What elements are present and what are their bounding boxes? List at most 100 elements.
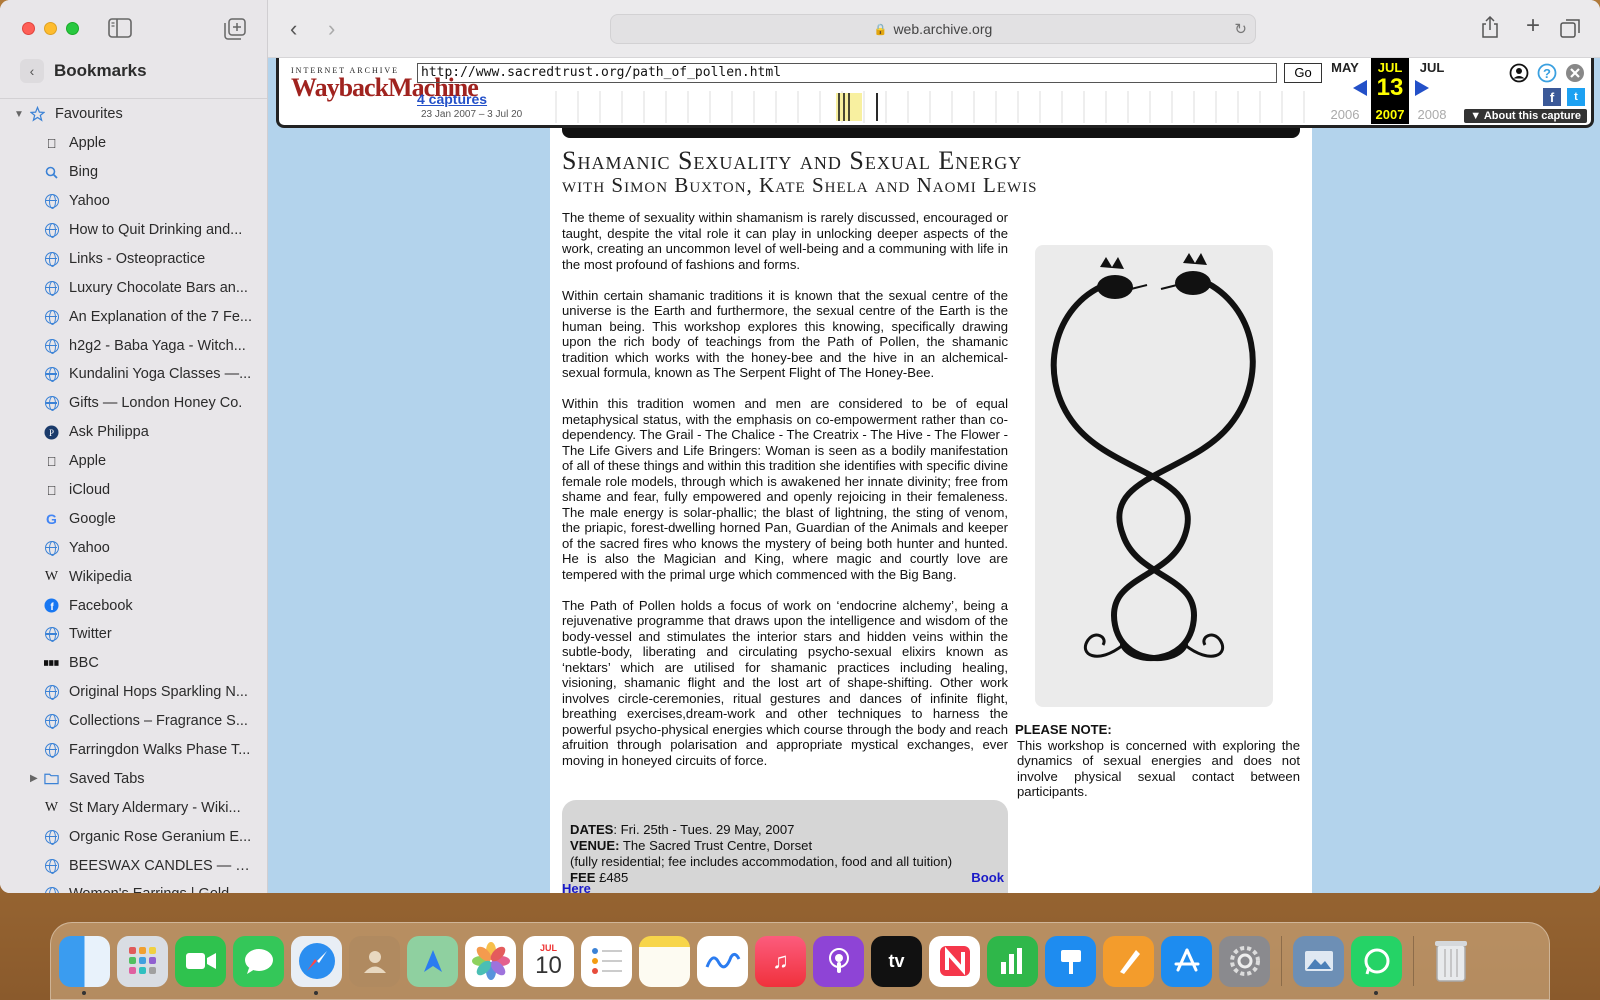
next-capture-month[interactable]: JUL 2008 <box>1409 58 1455 124</box>
bookmark-item[interactable]: Women's Earrings | Gold... <box>0 880 267 893</box>
bookmark-item[interactable]: G Google <box>0 504 267 533</box>
about-capture-label: About this capture <box>1483 110 1581 122</box>
pages-icon[interactable] <box>1103 935 1154 987</box>
bookmark-item[interactable]: An Explanation of the 7 Fe... <box>0 302 267 331</box>
bookmark-item[interactable]: Bing <box>0 158 267 187</box>
captures-link[interactable]: 4 captures <box>417 91 487 107</box>
about-capture-dropdown[interactable]: ▼ About this capture <box>1464 109 1587 123</box>
photos-icon[interactable] <box>465 935 516 987</box>
preview-icon[interactable] <box>1293 935 1344 987</box>
reminders-icon[interactable] <box>581 935 632 987</box>
bookmark-item[interactable]: Twitter <box>0 620 267 649</box>
minimize-window-button[interactable] <box>44 22 57 35</box>
close-window-button[interactable] <box>22 22 35 35</box>
facebook-share-icon[interactable]: f <box>1543 88 1561 106</box>
keynote-icon[interactable] <box>1045 935 1096 987</box>
note-text: This workshop is concerned with explorin… <box>1017 737 1300 800</box>
bookmark-item[interactable]: Yahoo <box>0 533 267 562</box>
system-settings-icon[interactable] <box>1219 935 1270 987</box>
share-icon[interactable] <box>1480 16 1500 38</box>
facebook-icon: f <box>44 598 59 613</box>
bookmark-item[interactable]: W St Mary Aldermary - Wiki... <box>0 793 267 822</box>
trash-icon[interactable] <box>1425 936 1476 987</box>
bookmark-item[interactable]: Original Hops Sparkling N... <box>0 678 267 707</box>
browser-content-area: ‹ › 🔒 web.archive.org ↻ + INTERNET ARCHI… <box>268 0 1600 893</box>
bookmark-item[interactable]:  Apple <box>0 447 267 476</box>
back-arrow-icon[interactable]: ‹ <box>290 16 297 42</box>
bookmark-item[interactable]: f Facebook <box>0 591 267 620</box>
event-details-box: DATES: Fri. 25th - Tues. 29 May, 2007 VE… <box>562 800 1008 893</box>
favourites-folder[interactable]: ▼ Favourites <box>0 100 267 129</box>
here-link[interactable]: Here <box>562 881 591 893</box>
close-wayback-icon[interactable] <box>1565 63 1585 83</box>
new-tab-group-icon[interactable] <box>224 18 246 40</box>
help-icon[interactable]: ? <box>1537 63 1557 83</box>
bookmark-item[interactable]: Yahoo <box>0 187 267 216</box>
bookmark-item[interactable]: Organic Rose Geranium E... <box>0 822 267 851</box>
whatsapp-icon[interactable] <box>1351 935 1402 995</box>
bookmark-item[interactable]: BEESWAX CANDLES — Pl... <box>0 851 267 880</box>
maps-icon[interactable] <box>407 935 458 987</box>
favourites-label: Favourites <box>55 106 123 123</box>
star-icon <box>30 106 45 123</box>
current-month-label: JUL <box>1377 60 1403 75</box>
prev-capture-month[interactable]: MAY 2006 <box>1319 58 1371 124</box>
forward-arrow-icon[interactable]: › <box>328 16 335 42</box>
notes-icon[interactable] <box>639 935 690 987</box>
reload-icon[interactable]: ↻ <box>1234 20 1247 38</box>
sidebar-back-button[interactable]: ‹ <box>20 59 44 83</box>
bookmark-item[interactable]: BBC <box>0 649 267 678</box>
wayback-go-button[interactable]: Go <box>1284 63 1322 83</box>
next-month-label: JUL <box>1419 60 1445 75</box>
app-store-icon[interactable] <box>1161 935 1212 987</box>
current-capture-month: JUL 13 2007 <box>1371 58 1409 124</box>
finder-icon[interactable] <box>59 935 110 995</box>
contacts-icon[interactable] <box>349 935 400 987</box>
facetime-icon[interactable] <box>175 935 226 987</box>
user-account-icon[interactable] <box>1509 63 1529 83</box>
bookmark-item[interactable]: Links - Osteopractice <box>0 244 267 273</box>
podcasts-icon[interactable] <box>813 935 864 987</box>
globe-icon <box>44 251 59 267</box>
music-icon[interactable]: ♫ <box>755 935 806 987</box>
venue-row: VENUE: The Sacred Trust Centre, Dorset <box>570 838 1000 854</box>
folder-saved-tabs[interactable]: ▶ Saved Tabs <box>0 764 267 793</box>
wayback-url-input[interactable]: http://www.sacredtrust.org/path_of_polle… <box>417 63 1277 83</box>
bookmark-item[interactable]: How to Quit Drinking and... <box>0 216 267 245</box>
bookmark-label: Apple <box>69 135 107 152</box>
bookmark-item[interactable]: Gifts — London Honey Co. <box>0 389 267 418</box>
sidebar-toggle-icon[interactable] <box>108 18 132 38</box>
launchpad-icon[interactable] <box>117 935 168 987</box>
bookmark-item[interactable]: W Wikipedia <box>0 562 267 591</box>
bookmark-label: How to Quit Drinking and... <box>69 222 243 238</box>
bookmark-item[interactable]: Farringdon Walks Phase T... <box>0 736 267 765</box>
news-icon[interactable] <box>929 935 980 987</box>
bookmark-item[interactable]: Kundalini Yoga Classes —... <box>0 360 267 389</box>
bookmark-item[interactable]:  Apple <box>0 129 267 158</box>
bookmark-item[interactable]: h2g2 - Baba Yaga - Witch... <box>0 331 267 360</box>
bookmark-item[interactable]:  iCloud <box>0 476 267 505</box>
freeform-icon[interactable] <box>697 935 748 987</box>
safari-icon[interactable] <box>291 935 342 995</box>
zoom-window-button[interactable] <box>66 22 79 35</box>
prev-capture-arrow-icon[interactable] <box>1353 80 1367 96</box>
tv-icon[interactable]: tv <box>871 935 922 987</box>
new-tab-plus-icon[interactable]: + <box>1526 12 1540 40</box>
calendar-icon[interactable]: JUL 10 <box>523 935 574 987</box>
next-capture-arrow-icon[interactable] <box>1415 80 1429 96</box>
address-bar[interactable]: 🔒 web.archive.org ↻ <box>610 14 1256 44</box>
twitter-share-icon[interactable]: t <box>1567 88 1585 106</box>
numbers-icon[interactable] <box>987 935 1038 987</box>
messages-icon[interactable] <box>233 935 284 987</box>
bookmark-item[interactable]: Collections – Fragrance S... <box>0 707 267 736</box>
globe-icon <box>44 858 59 874</box>
bookmark-label: Wikipedia <box>69 568 132 585</box>
book-link[interactable]: Book <box>971 870 1004 886</box>
bookmark-item[interactable]: Luxury Chocolate Bars an... <box>0 273 267 302</box>
globe-icon <box>44 714 59 730</box>
capture-sparkline[interactable] <box>534 91 1316 123</box>
globe-icon <box>44 338 59 354</box>
globe-icon <box>44 627 59 643</box>
bookmark-item[interactable]: P Ask Philippa <box>0 418 267 447</box>
tab-overview-icon[interactable] <box>1560 17 1582 39</box>
